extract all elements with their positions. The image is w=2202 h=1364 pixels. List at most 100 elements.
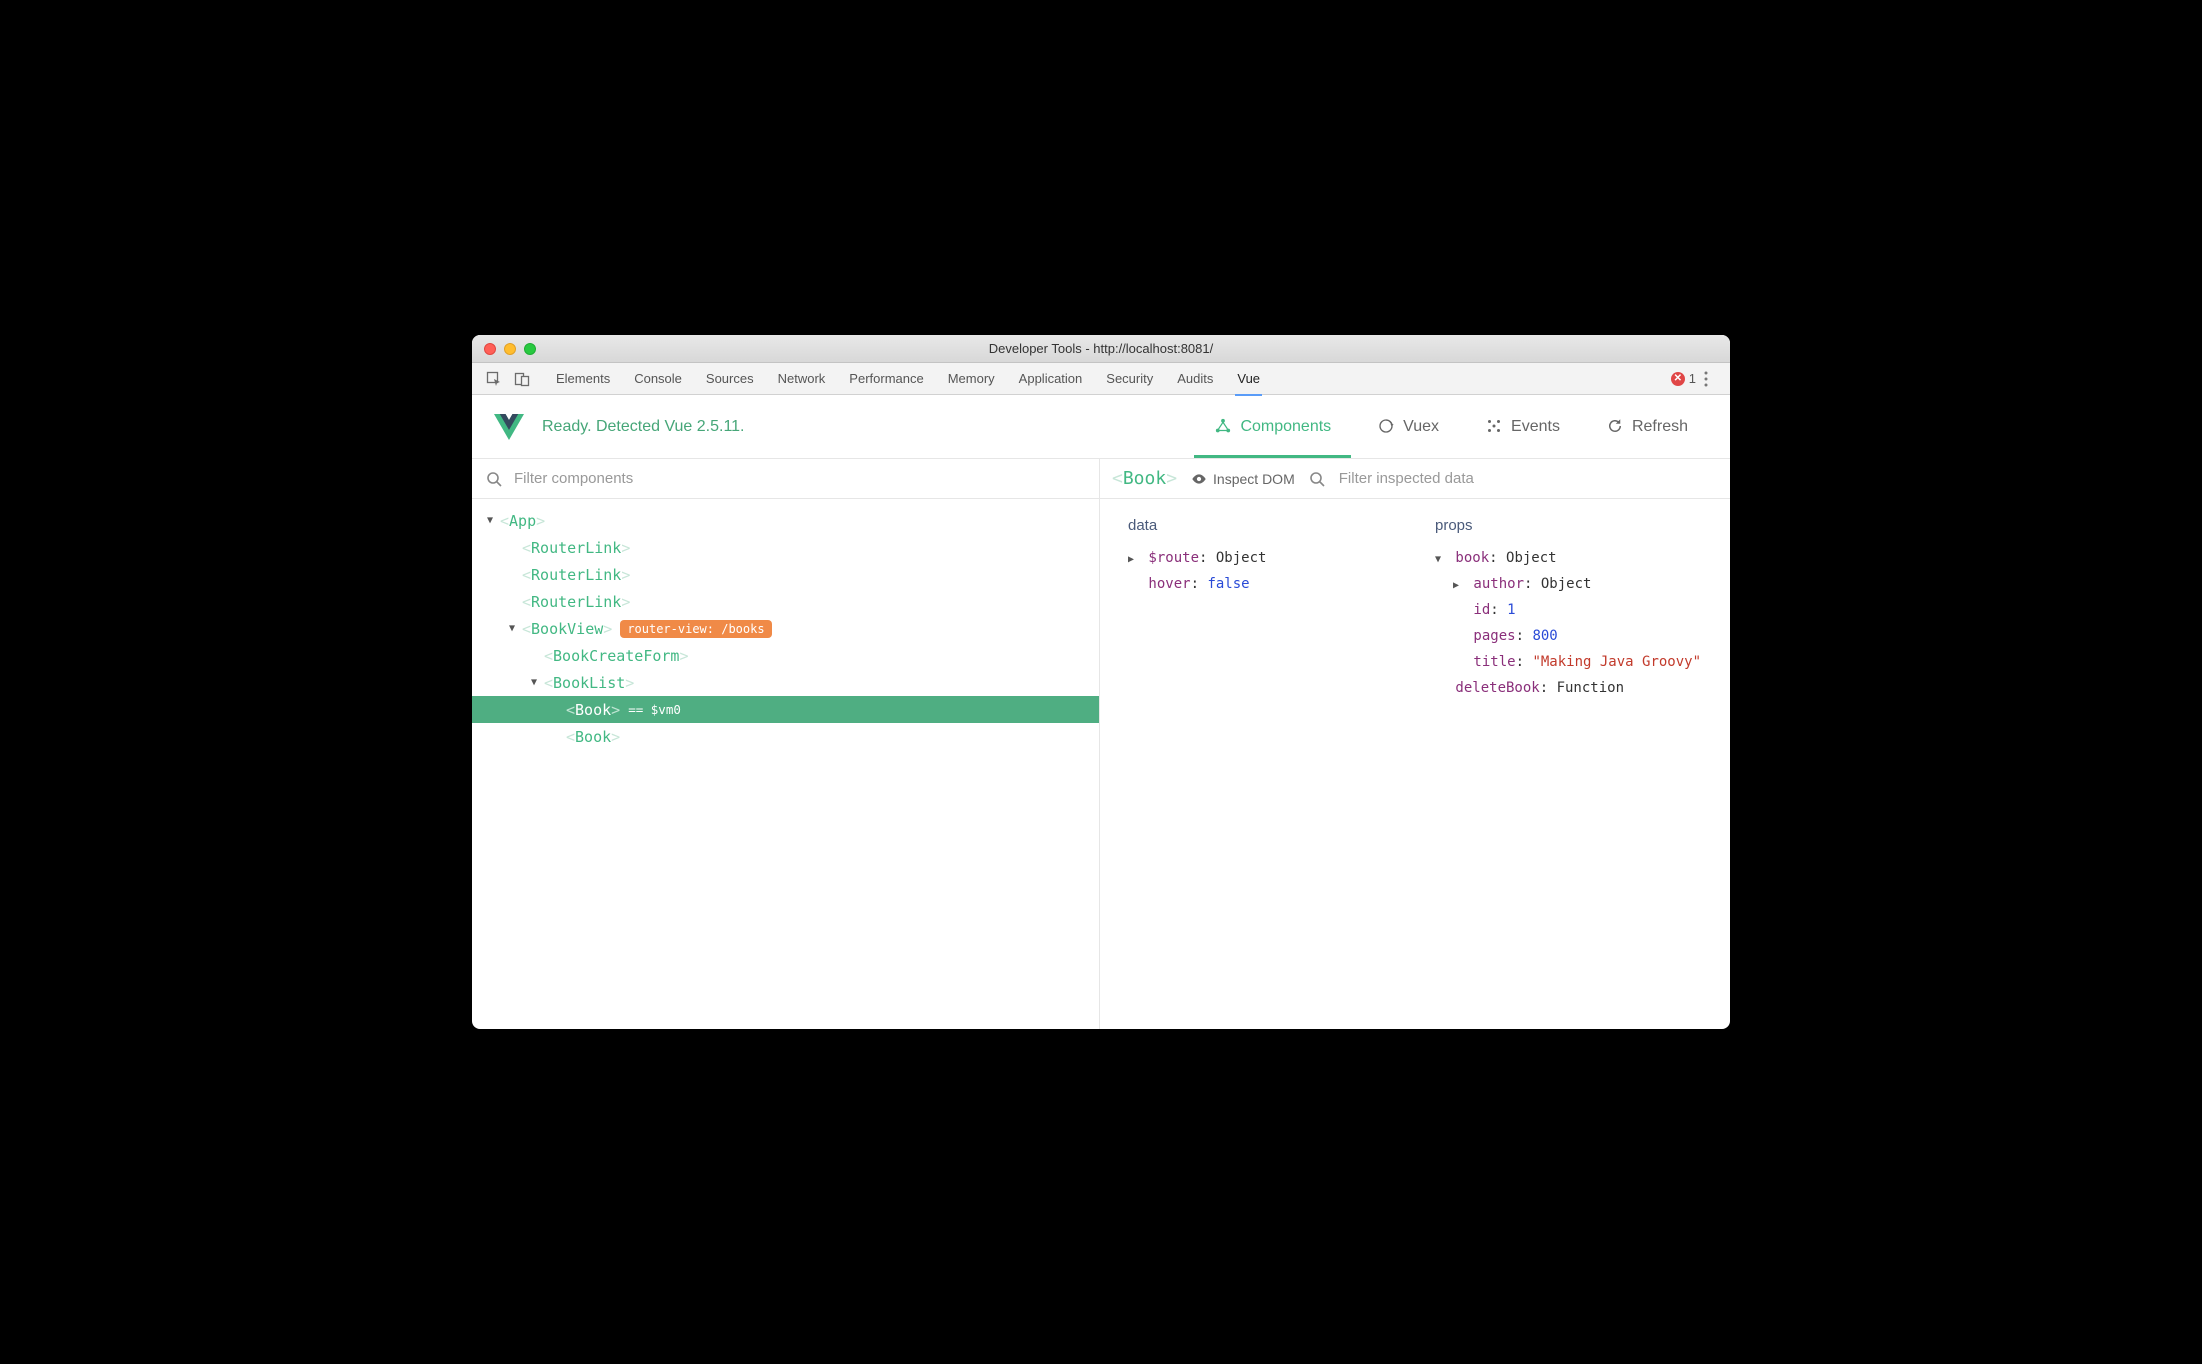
- component-tree-panel: ▼<App>▶<RouterLink>▶<RouterLink>▶<Router…: [472, 459, 1100, 1029]
- vm-reference-label: == $vm0: [628, 702, 681, 717]
- component-filter-bar: [472, 459, 1099, 499]
- property-value: Function: [1557, 680, 1624, 696]
- tree-node-routerlink[interactable]: ▶<RouterLink>: [472, 561, 1099, 588]
- vuex-icon: [1377, 417, 1395, 435]
- property-row[interactable]: ▶ $route: Object: [1128, 546, 1395, 572]
- property-row[interactable]: ▶ hover: false: [1128, 572, 1395, 598]
- expand-arrow-icon[interactable]: ▼: [484, 515, 496, 526]
- property-row[interactable]: ▶ id: 1: [1435, 598, 1702, 624]
- devtools-tab-network[interactable]: Network: [766, 363, 838, 395]
- vue-tab-label: Vuex: [1403, 418, 1439, 436]
- vue-subtabs: Components Vuex Events Refresh: [1194, 395, 1708, 458]
- refresh-icon: [1606, 417, 1624, 435]
- property-row[interactable]: ▶ title: "Making Java Groovy": [1435, 650, 1702, 676]
- property-key: id: [1465, 602, 1490, 618]
- vue-tab-refresh[interactable]: Refresh: [1586, 395, 1708, 458]
- props-heading: props: [1435, 517, 1702, 534]
- property-key: title: [1465, 654, 1516, 670]
- component-filter-input[interactable]: [514, 470, 1085, 487]
- vue-tab-label: Refresh: [1632, 418, 1688, 436]
- selected-component-crumb: <Book>: [1112, 468, 1177, 489]
- tree-node-routerlink[interactable]: ▶<RouterLink>: [472, 534, 1099, 561]
- devtools-tabs: ElementsConsoleSourcesNetworkPerformance…: [544, 363, 1272, 395]
- main-panel: ▼<App>▶<RouterLink>▶<RouterLink>▶<Router…: [472, 459, 1730, 1029]
- search-icon: [1309, 471, 1325, 487]
- maximize-window-button[interactable]: [524, 343, 536, 355]
- component-tag: <RouterLink>: [522, 566, 630, 584]
- property-row[interactable]: ▶ deleteBook: Function: [1435, 676, 1702, 702]
- eye-icon: [1191, 471, 1207, 487]
- props-section: props ▼ book: Object▶ author: Object▶ id…: [1435, 517, 1702, 1011]
- inspect-dom-button[interactable]: Inspect DOM: [1191, 471, 1295, 487]
- devtools-tab-console[interactable]: Console: [622, 363, 694, 395]
- inspector-panel: <Book> Inspect DOM data ▶ $route: [1100, 459, 1730, 1029]
- property-value: 800: [1532, 628, 1557, 644]
- error-icon: ✕: [1671, 372, 1685, 386]
- error-count: 1: [1689, 371, 1696, 386]
- inspector-data-panel: data ▶ $route: Object▶ hover: false prop…: [1100, 499, 1730, 1029]
- property-key: deleteBook: [1447, 680, 1540, 696]
- property-value: "Making Java Groovy": [1532, 654, 1701, 670]
- device-toolbar-icon[interactable]: [508, 363, 536, 395]
- devtools-tab-application[interactable]: Application: [1007, 363, 1095, 395]
- devtools-tabbar: ElementsConsoleSourcesNetworkPerformance…: [472, 363, 1730, 395]
- expand-arrow-icon[interactable]: ▼: [528, 677, 540, 688]
- tree-node-bookcreateform[interactable]: ▶<BookCreateForm>: [472, 642, 1099, 669]
- component-tag: <BookCreateForm>: [544, 647, 689, 665]
- tree-node-booklist[interactable]: ▼ <BookList>: [472, 669, 1099, 696]
- devtools-tab-sources[interactable]: Sources: [694, 363, 766, 395]
- inspect-dom-label: Inspect DOM: [1213, 471, 1295, 487]
- vue-tab-label: Events: [1511, 418, 1560, 436]
- component-tag: <RouterLink>: [522, 593, 630, 611]
- expand-arrow-icon[interactable]: ▼: [1435, 547, 1447, 572]
- devtools-tab-vue[interactable]: Vue: [1225, 363, 1272, 395]
- minimize-window-button[interactable]: [504, 343, 516, 355]
- property-value: Object: [1216, 550, 1267, 566]
- close-window-button[interactable]: [484, 343, 496, 355]
- window-title: Developer Tools - http://localhost:8081/: [472, 341, 1730, 356]
- events-icon: [1485, 417, 1503, 435]
- property-row[interactable]: ▶ author: Object: [1435, 572, 1702, 598]
- component-tag: <App>: [500, 512, 545, 530]
- tree-node-routerlink[interactable]: ▶<RouterLink>: [472, 588, 1099, 615]
- more-options-icon[interactable]: [1704, 371, 1722, 387]
- devtools-tab-elements[interactable]: Elements: [544, 363, 622, 395]
- traffic-lights: [472, 343, 536, 355]
- components-icon: [1214, 417, 1232, 435]
- titlebar: Developer Tools - http://localhost:8081/: [472, 335, 1730, 363]
- component-tag: <Book>: [566, 728, 620, 746]
- vue-logo-icon: [494, 414, 524, 440]
- expand-arrow-icon[interactable]: ▶: [1128, 547, 1140, 572]
- devtools-tab-audits[interactable]: Audits: [1165, 363, 1225, 395]
- property-value: Object: [1506, 550, 1557, 566]
- property-row[interactable]: ▶ pages: 800: [1435, 624, 1702, 650]
- inspector-filter-input[interactable]: [1339, 470, 1718, 487]
- tree-node-app[interactable]: ▼ <App>: [472, 507, 1099, 534]
- error-count-badge[interactable]: ✕ 1: [1671, 371, 1696, 386]
- property-key: hover: [1140, 576, 1191, 592]
- tree-node-book[interactable]: ▶<Book>: [472, 723, 1099, 750]
- inspect-element-icon[interactable]: [480, 363, 508, 395]
- vue-tab-events[interactable]: Events: [1465, 395, 1580, 458]
- property-value: 1: [1507, 602, 1515, 618]
- tree-node-bookview[interactable]: ▼<BookView>router-view: /books: [472, 615, 1099, 642]
- vue-status-message: Ready. Detected Vue 2.5.11.: [542, 418, 745, 436]
- vue-tab-components[interactable]: Components: [1194, 395, 1351, 458]
- component-tag: <Book>: [566, 701, 620, 719]
- component-tag: <BookList>: [544, 674, 634, 692]
- component-tag: <BookView>: [522, 620, 612, 638]
- vue-tab-vuex[interactable]: Vuex: [1357, 395, 1459, 458]
- devtools-tab-memory[interactable]: Memory: [936, 363, 1007, 395]
- data-section: data ▶ $route: Object▶ hover: false: [1128, 517, 1395, 1011]
- property-value: false: [1207, 576, 1249, 592]
- property-key: pages: [1465, 628, 1516, 644]
- property-row[interactable]: ▼ book: Object: [1435, 546, 1702, 572]
- component-tree: ▼<App>▶<RouterLink>▶<RouterLink>▶<Router…: [472, 499, 1099, 1029]
- inspector-topbar: <Book> Inspect DOM: [1100, 459, 1730, 499]
- tree-node-book[interactable]: ▶<Book>== $vm0: [472, 696, 1099, 723]
- expand-arrow-icon[interactable]: ▼: [506, 623, 518, 634]
- devtools-tab-performance[interactable]: Performance: [837, 363, 935, 395]
- devtools-tab-security[interactable]: Security: [1094, 363, 1165, 395]
- expand-arrow-icon[interactable]: ▶: [1453, 573, 1465, 598]
- property-value: Object: [1541, 576, 1592, 592]
